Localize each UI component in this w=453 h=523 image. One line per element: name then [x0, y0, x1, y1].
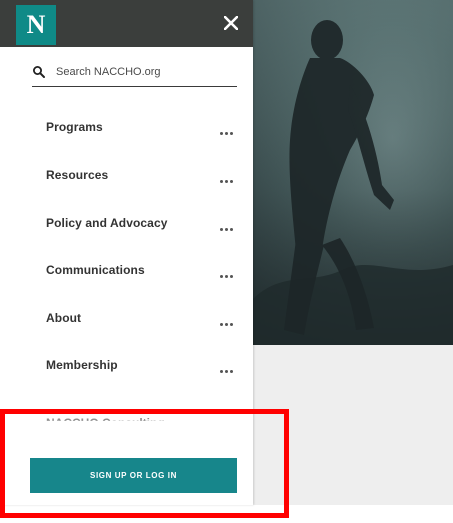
drawer-header: N	[0, 0, 253, 47]
hero-image	[252, 0, 453, 345]
search-bar	[32, 58, 238, 87]
ellipsis-icon[interactable]	[220, 218, 238, 231]
nav-drawer: N Programs Resources Policy and Advocacy	[0, 0, 253, 505]
nav-item-policy-and-advocacy[interactable]: Policy and Advocacy	[0, 204, 253, 244]
search-icon[interactable]	[32, 65, 46, 79]
ellipsis-icon[interactable]	[220, 265, 238, 278]
nav-item-about[interactable]: About	[0, 299, 253, 339]
nav-item-label: Communications	[46, 263, 145, 277]
sign-up-or-log-in-button[interactable]: SIGN UP OR LOG IN	[30, 458, 237, 493]
ellipsis-icon[interactable]	[220, 313, 238, 326]
nav-item-label: Resources	[46, 168, 109, 182]
nav-item-label: About	[46, 311, 82, 325]
runner-silhouette	[252, 20, 453, 345]
close-icon	[224, 16, 238, 30]
nav-item-label: NACCHO Consulting	[46, 416, 165, 425]
nav-item-label: Membership	[46, 358, 118, 372]
ellipsis-icon[interactable]	[220, 360, 238, 373]
page-gray-area	[252, 345, 453, 505]
ellipsis-icon[interactable]	[220, 170, 238, 183]
nav-item-programs[interactable]: Programs	[0, 108, 253, 148]
close-button[interactable]	[218, 10, 244, 36]
ellipsis-icon[interactable]	[220, 122, 238, 135]
nav-item-label: Programs	[46, 120, 103, 134]
nav-item-naccho-consulting[interactable]: NACCHO Consulting	[46, 411, 226, 425]
nav-item-resources[interactable]: Resources	[0, 156, 253, 196]
nav-item-membership[interactable]: Membership	[0, 346, 253, 386]
search-input[interactable]	[54, 62, 238, 82]
logo-letter: N	[26, 10, 46, 39]
nav-item-label: Policy and Advocacy	[46, 216, 168, 230]
naccho-logo[interactable]: N	[16, 5, 56, 45]
nav-item-communications[interactable]: Communications	[0, 251, 253, 291]
